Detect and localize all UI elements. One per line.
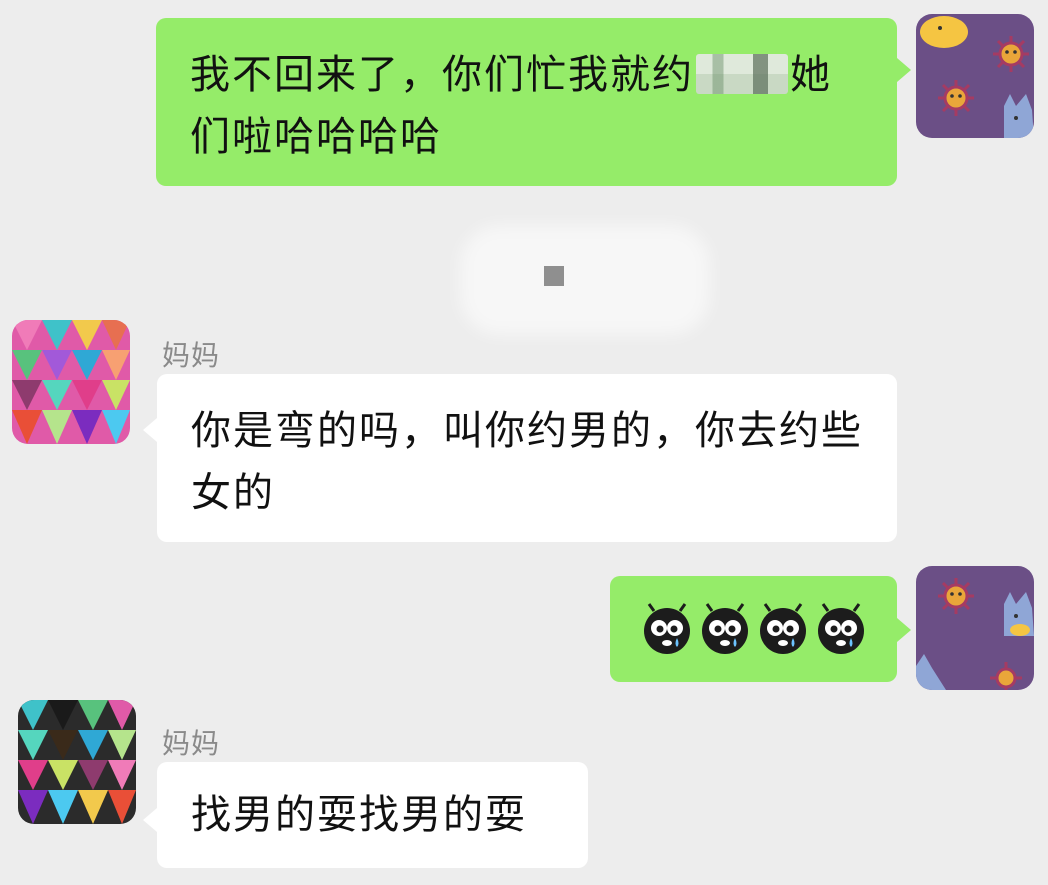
self-avatar[interactable] [916,566,1034,690]
message-text: 找男的耍找男的耍 [191,792,527,838]
virus-cartoon-avatar-icon [916,566,1034,690]
sender-name: 妈妈 [162,339,221,372]
system-notice-marker [544,266,564,286]
contact-avatar[interactable] [18,700,136,824]
crying-face-emoji-icon [759,603,806,654]
bubble-tail [897,618,911,642]
geometric-pattern-avatar-icon [18,700,136,824]
geometric-pattern-avatar-icon [12,320,130,444]
emoji-row [622,576,885,682]
system-notice-blur [460,225,710,335]
crying-face-emoji-icon [817,603,864,654]
sent-message-bubble[interactable]: 我不回来了，你们忙我就约 她们啦哈哈哈哈 [156,18,897,186]
crying-face-emoji-icon [643,603,690,654]
virus-cartoon-avatar-icon [916,14,1034,138]
bubble-tail [143,808,157,832]
sent-emoji-bubble[interactable] [610,576,897,682]
contact-avatar[interactable] [12,320,130,444]
sender-name: 妈妈 [162,727,221,760]
crying-face-emoji-icon [701,603,748,654]
bubble-tail [897,58,911,82]
message-text: 你是弯的吗，叫你约男的，你去约些女的 [191,408,863,516]
bubble-tail [143,418,157,442]
received-message-bubble[interactable]: 找男的耍找男的耍 [157,762,588,868]
redacted-name-blur [696,54,788,94]
message-text: 我不回来了，你们忙我就约 [190,52,694,98]
received-message-bubble[interactable]: 你是弯的吗，叫你约男的，你去约些女的 [157,374,897,542]
self-avatar[interactable] [916,14,1034,138]
